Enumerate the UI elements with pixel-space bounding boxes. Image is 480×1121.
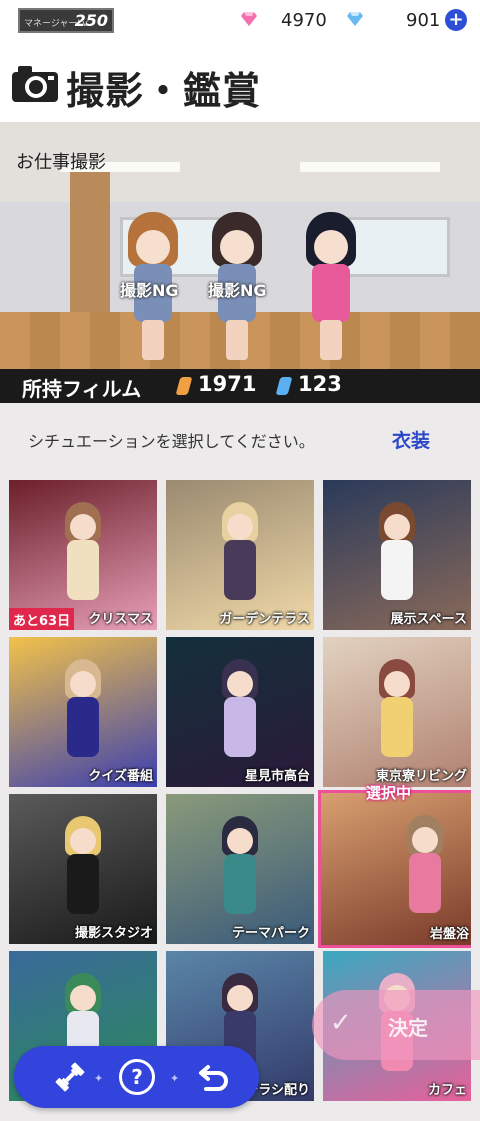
situation-card-exhibition-space[interactable]: 展示スペース xyxy=(323,480,471,630)
situation-name: クイズ番組 xyxy=(88,769,153,784)
situation-name: 星見市高台 xyxy=(244,769,310,784)
decide-button[interactable]: ✓ 決定 xyxy=(312,990,480,1060)
situation-card-garden-terrace[interactable]: ガーデンテラス xyxy=(166,480,314,630)
blue-film-icon xyxy=(275,377,293,395)
situation-name: 展示スペース xyxy=(390,612,467,627)
camera-icon xyxy=(12,66,58,102)
blue-film-count: 123 xyxy=(298,372,342,396)
event-remaining-badge: あと63日 xyxy=(9,608,75,630)
situation-card-hoshimi-hill[interactable]: 星見市高台 xyxy=(166,637,314,787)
manager-level-value: 250 xyxy=(74,11,108,30)
dumbbell-icon[interactable] xyxy=(52,1059,88,1095)
paid-gem-icon xyxy=(241,12,257,26)
situation-card-quiz-show[interactable]: クイズ番組 xyxy=(9,637,157,787)
paid-gem-count: 4970 xyxy=(281,10,327,31)
character-3[interactable] xyxy=(296,212,366,362)
gold-film-count: 1971 xyxy=(198,372,257,396)
decide-label: 決定 xyxy=(388,1016,428,1040)
situation-card-bedrock-bath[interactable]: 岩盤浴 xyxy=(318,790,471,948)
page-title: 撮影・鑑賞 xyxy=(66,69,262,113)
bottom-nav: ✦ ? ✦ xyxy=(14,1046,259,1108)
scene-preview: お仕事撮影 撮影NG 撮影NG xyxy=(0,122,480,372)
nav-divider: ✦ xyxy=(94,1072,104,1085)
status-bar: マネージャーLv 250 4970 901 + xyxy=(0,0,480,46)
outfit-button[interactable]: 衣装 xyxy=(392,426,430,453)
check-icon: ✓ xyxy=(330,1008,352,1038)
situation-name: クリスマス xyxy=(88,612,153,627)
situation-name: テーマパーク xyxy=(231,926,310,941)
title-bar: 撮影・鑑賞 xyxy=(0,46,480,122)
film-count-bar: 所持フィルム 1971 123 xyxy=(0,369,480,403)
situation-name: 岩盤浴 xyxy=(429,927,469,942)
character-1-status: 撮影NG xyxy=(120,281,179,300)
situation-name: カフェ xyxy=(427,1083,467,1098)
selected-badge: 選択中 xyxy=(366,784,412,802)
instruction-text: シチュエーションを選択してください。 xyxy=(28,432,315,451)
nav-divider: ✦ xyxy=(170,1072,180,1085)
situation-card-photo-studio[interactable]: 撮影スタジオ xyxy=(9,794,157,944)
film-label: 所持フィルム xyxy=(22,377,142,401)
manager-level-badge: マネージャーLv 250 xyxy=(18,8,114,33)
add-gems-button[interactable]: + xyxy=(445,9,467,31)
situation-card-tokyo-dorm-living[interactable]: 東京寮リビング xyxy=(323,637,471,787)
situation-card-christmas[interactable]: あと63日 クリスマス xyxy=(9,480,157,630)
situation-card-theme-park[interactable]: テーマパーク xyxy=(166,794,314,944)
scene-label: お仕事撮影 xyxy=(16,152,106,173)
character-2-status: 撮影NG xyxy=(208,281,267,300)
gold-film-icon xyxy=(175,377,193,395)
free-gem-count: 901 xyxy=(406,10,441,31)
free-gem-icon xyxy=(347,12,363,26)
situation-name: 撮影スタジオ xyxy=(74,926,153,941)
help-icon[interactable]: ? xyxy=(119,1059,155,1095)
back-icon[interactable] xyxy=(196,1059,232,1095)
situation-name: ガーデンテラス xyxy=(219,612,310,627)
